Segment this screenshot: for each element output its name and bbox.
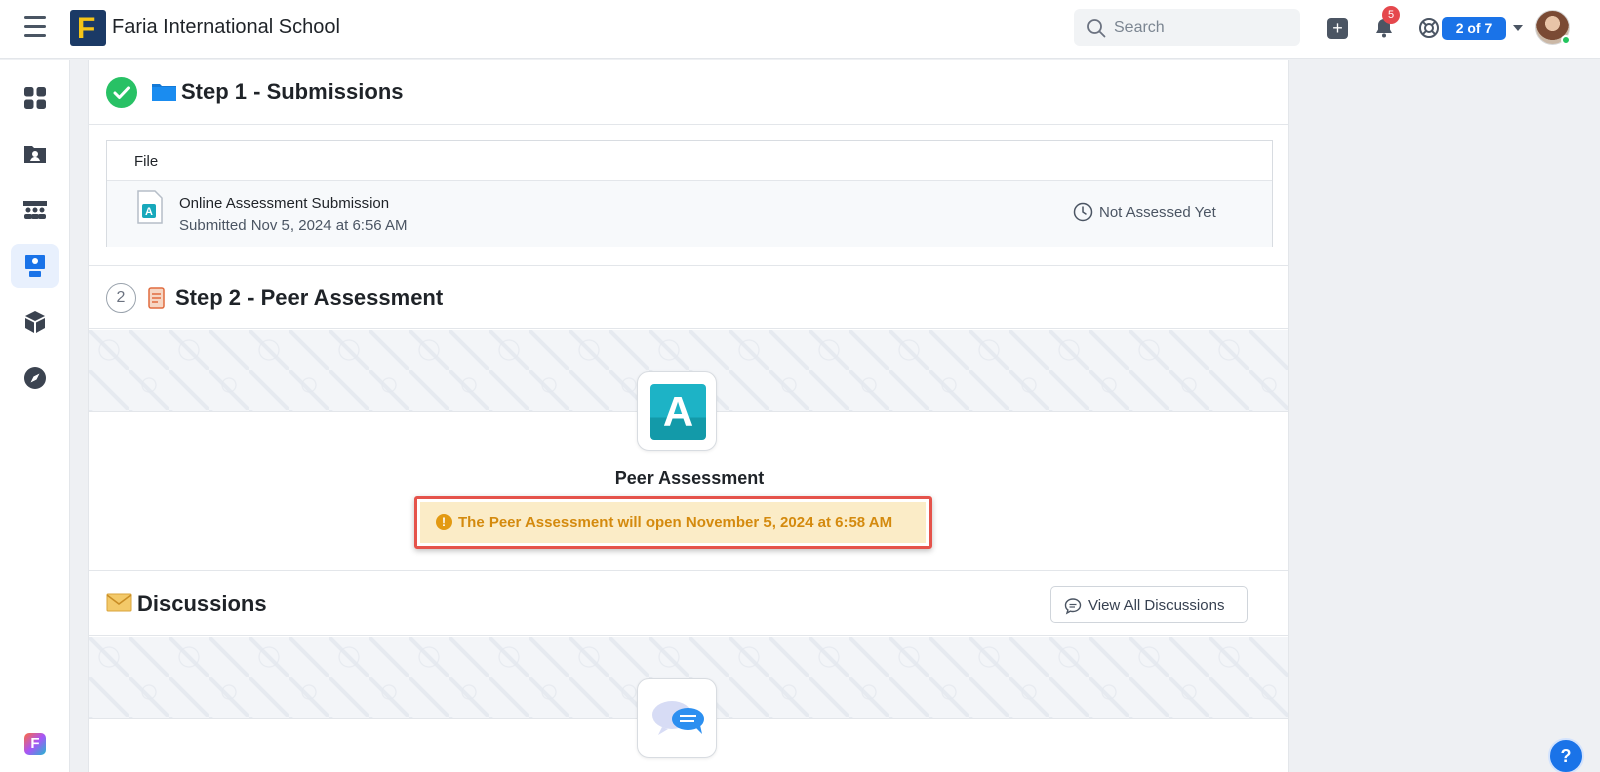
step2-title: Step 2 - Peer Assessment (175, 285, 444, 310)
search-placeholder: Search (1114, 19, 1165, 36)
lifebuoy-icon[interactable] (1418, 17, 1440, 39)
table-row[interactable]: A Online Assessment Submission Submitted… (107, 181, 1272, 247)
view-all-discussions-button[interactable]: View All Discussions (1050, 586, 1248, 623)
document-icon: A (137, 190, 163, 224)
step-number-badge: 2 (106, 283, 136, 313)
chat-bubble-icon (1064, 598, 1082, 615)
classes-icon (23, 201, 47, 219)
assessment-status: Not Assessed Yet (1099, 204, 1216, 221)
clock-icon (1073, 202, 1093, 222)
search-icon (1087, 19, 1106, 38)
view-all-discussions-label: View All Discussions (1088, 597, 1225, 614)
discussion-bubbles-icon (652, 701, 704, 735)
envelope-icon (106, 593, 132, 612)
file-table-header: File (107, 141, 1272, 181)
top-bar: F Faria International School Search + 5 … (0, 0, 1600, 59)
assessment-app-icon: A (650, 384, 706, 440)
package-box-icon (25, 311, 45, 333)
notice-text: The Peer Assessment will open November 5… (458, 514, 893, 531)
add-button[interactable]: + (1327, 18, 1348, 39)
sidebar-item-profile[interactable] (11, 132, 59, 176)
menu-icon[interactable] (24, 16, 46, 40)
pager-badge[interactable]: 2 of 7 (1442, 17, 1506, 40)
teaching-board-icon (25, 255, 45, 277)
compass-icon (24, 367, 46, 389)
file-table: File A Online Assessment Submission Subm… (106, 140, 1273, 247)
search-input[interactable]: Search (1074, 9, 1300, 46)
svg-text:A: A (145, 206, 153, 218)
faria-app-logo[interactable]: F (24, 733, 46, 755)
sidebar-item-dashboard[interactable] (11, 76, 59, 120)
assignment-panel: Step 1 - Submissions File A Online Asses… (88, 60, 1289, 772)
file-column-header: File (134, 153, 159, 170)
step2-header: 2 Step 2 - Peer Assessment (89, 265, 1288, 329)
sidebar-item-classes[interactable] (11, 188, 59, 232)
dashboard-grid-icon (24, 87, 46, 109)
school-logo-letter: F (77, 12, 96, 45)
file-submitted-time: Submitted Nov 5, 2024 at 6:56 AM (179, 217, 408, 234)
discussions-tile[interactable] (637, 678, 717, 758)
scroll-icon (148, 287, 165, 309)
sidebar-item-teaching[interactable] (11, 244, 59, 288)
school-name[interactable]: Faria International School (112, 16, 340, 39)
folder-icon (152, 84, 176, 101)
check-circle-icon (106, 77, 137, 108)
sidebar-item-packages[interactable] (11, 300, 59, 344)
school-logo[interactable]: F (70, 10, 106, 46)
discussions-title: Discussions (137, 591, 267, 616)
online-status-dot (1561, 35, 1571, 45)
help-button[interactable]: ? (1548, 738, 1584, 772)
notification-count-badge: 5 (1382, 6, 1400, 24)
peer-assessment-title: Peer Assessment (614, 468, 765, 488)
profile-folder-icon (24, 146, 46, 163)
peer-assessment-notice: ! The Peer Assessment will open November… (420, 502, 926, 543)
step1-header: Step 1 - Submissions (89, 60, 1288, 125)
file-name[interactable]: Online Assessment Submission (179, 195, 389, 212)
discussions-header: Discussions View All Discussions (89, 570, 1288, 636)
chevron-down-icon[interactable] (1513, 25, 1523, 31)
warning-icon: ! (436, 514, 452, 530)
sidebar-item-explore[interactable] (11, 356, 59, 400)
peer-assessment-tile[interactable]: A (637, 371, 717, 451)
step1-title: Step 1 - Submissions (181, 79, 404, 104)
sidebar: F (0, 60, 70, 772)
